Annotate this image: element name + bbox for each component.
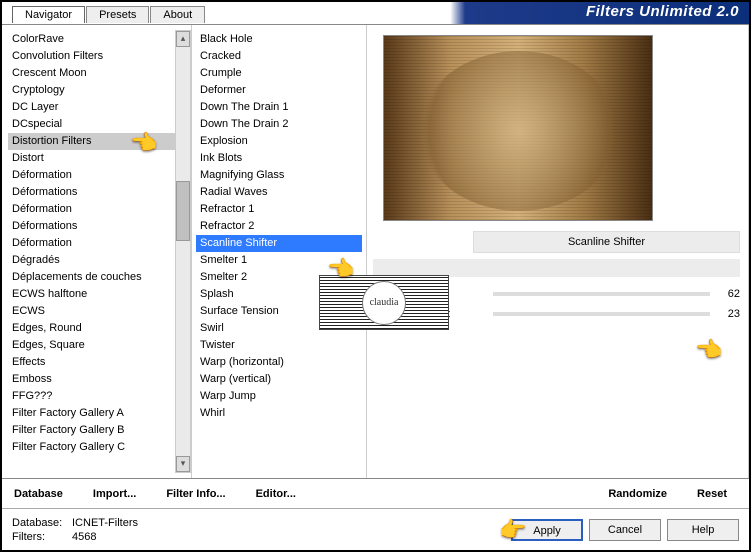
status-filters-value: 4568: [72, 531, 96, 543]
param-value-scanline-height: 23: [710, 308, 740, 320]
category-item[interactable]: DCspecial: [8, 116, 191, 133]
category-item[interactable]: Filter Factory Gallery C: [8, 439, 191, 456]
category-item[interactable]: Déformation: [8, 201, 191, 218]
filter-item[interactable]: Ink Blots: [196, 150, 362, 167]
filter-item[interactable]: Warp (horizontal): [196, 354, 362, 371]
category-item[interactable]: Crescent Moon: [8, 65, 191, 82]
scroll-thumb[interactable]: [176, 181, 190, 241]
category-item[interactable]: Cryptology: [8, 82, 191, 99]
filter-item[interactable]: Explosion: [196, 133, 362, 150]
status-filters-label: Filters:: [12, 530, 72, 544]
watermark-text: claudia: [362, 281, 406, 325]
cancel-button[interactable]: Cancel: [589, 519, 661, 541]
randomize-button[interactable]: Randomize: [608, 488, 667, 500]
status-db-value: ICNET-Filters: [72, 517, 138, 529]
filter-item[interactable]: Warp (vertical): [196, 371, 362, 388]
status-text: Database:ICNET-Filters Filters:4568: [12, 516, 138, 544]
watermark-stamp: claudia: [319, 275, 449, 330]
filter-column: Black HoleCrackedCrumpleDeformerDown The…: [192, 25, 367, 478]
category-item[interactable]: DC Layer: [8, 99, 191, 116]
filter-item[interactable]: Black Hole: [196, 31, 362, 48]
category-column: ColorRaveConvolution FiltersCrescent Moo…: [2, 25, 192, 478]
preview-column: claudia Scanline Shifter Shift 62 Scanli…: [367, 25, 749, 478]
filter-item[interactable]: Scanline Shifter: [196, 235, 362, 252]
scroll-up-button[interactable]: ▴: [176, 31, 190, 47]
category-item[interactable]: Emboss: [8, 371, 191, 388]
slider-shift[interactable]: [493, 292, 710, 296]
status-bar: Database:ICNET-Filters Filters:4568 Appl…: [2, 508, 749, 550]
category-item[interactable]: Filter Factory Gallery A: [8, 405, 191, 422]
filter-info-button[interactable]: Filter Info...: [166, 488, 225, 500]
category-item[interactable]: Effects: [8, 354, 191, 371]
dialog-buttons: Apply Cancel Help: [511, 519, 739, 541]
filter-item[interactable]: Crumple: [196, 65, 362, 82]
category-item[interactable]: ECWS: [8, 303, 191, 320]
tab-navigator[interactable]: Navigator: [12, 6, 85, 23]
main-area: ColorRaveConvolution FiltersCrescent Moo…: [2, 24, 749, 478]
filter-item[interactable]: Down The Drain 1: [196, 99, 362, 116]
filter-item[interactable]: Down The Drain 2: [196, 116, 362, 133]
preview-image: [383, 35, 653, 221]
help-button[interactable]: Help: [667, 519, 739, 541]
import-button[interactable]: Import...: [93, 488, 136, 500]
filter-item[interactable]: Magnifying Glass: [196, 167, 362, 184]
filter-item[interactable]: Twister: [196, 337, 362, 354]
slider-scanline-height[interactable]: [493, 312, 710, 316]
category-item[interactable]: Edges, Round: [8, 320, 191, 337]
param-value-shift: 62: [710, 288, 740, 300]
category-item[interactable]: Filter Factory Gallery B: [8, 422, 191, 439]
category-scrollbar[interactable]: ▴ ▾: [175, 30, 191, 473]
category-list[interactable]: ColorRaveConvolution FiltersCrescent Moo…: [8, 31, 191, 472]
category-item[interactable]: Déplacements de couches: [8, 269, 191, 286]
title-bar: Navigator Presets About Filters Unlimite…: [2, 2, 749, 24]
category-item[interactable]: Convolution Filters: [8, 48, 191, 65]
filter-item[interactable]: Warp Jump: [196, 388, 362, 405]
status-db-label: Database:: [12, 516, 72, 530]
category-item[interactable]: Déformation: [8, 167, 191, 184]
filter-list[interactable]: Black HoleCrackedCrumpleDeformerDown The…: [196, 31, 362, 472]
category-item[interactable]: Déformations: [8, 184, 191, 201]
category-item[interactable]: Distortion Filters: [8, 133, 191, 150]
filter-item[interactable]: Whirl: [196, 405, 362, 422]
tab-presets[interactable]: Presets: [86, 6, 149, 23]
tab-strip: Navigator Presets About: [12, 6, 206, 23]
app-title: Filters Unlimited 2.0: [586, 3, 739, 20]
filter-item[interactable]: Refractor 1: [196, 201, 362, 218]
filter-name-label: Scanline Shifter: [473, 231, 740, 253]
reset-button[interactable]: Reset: [697, 488, 727, 500]
category-item[interactable]: Déformations: [8, 218, 191, 235]
category-item[interactable]: FFG???: [8, 388, 191, 405]
category-item[interactable]: ColorRave: [8, 31, 191, 48]
database-button[interactable]: Database: [14, 488, 63, 500]
category-item[interactable]: ECWS halftone: [8, 286, 191, 303]
category-item[interactable]: Distort: [8, 150, 191, 167]
filter-item[interactable]: Deformer: [196, 82, 362, 99]
filter-item[interactable]: Radial Waves: [196, 184, 362, 201]
filter-item[interactable]: Smelter 1: [196, 252, 362, 269]
filter-item[interactable]: Refractor 2: [196, 218, 362, 235]
tab-about[interactable]: About: [150, 6, 205, 23]
editor-button[interactable]: Editor...: [256, 488, 296, 500]
scroll-down-button[interactable]: ▾: [176, 456, 190, 472]
filter-item[interactable]: Cracked: [196, 48, 362, 65]
apply-button[interactable]: Apply: [511, 519, 583, 541]
category-item[interactable]: Edges, Square: [8, 337, 191, 354]
category-item[interactable]: Déformation: [8, 235, 191, 252]
category-item[interactable]: Dégradés: [8, 252, 191, 269]
toolbar: Database Import... Filter Info... Editor…: [2, 478, 749, 508]
